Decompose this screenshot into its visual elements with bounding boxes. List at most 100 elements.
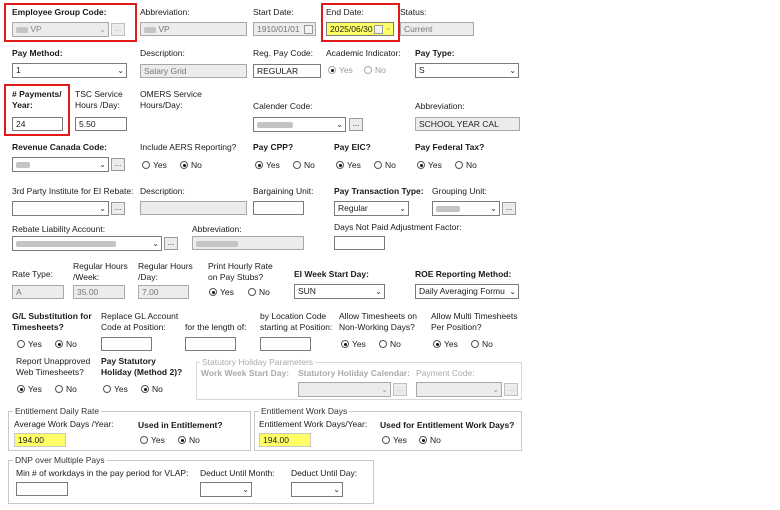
stat-calendar-select[interactable]: ⌄ [298,382,391,397]
end-date-value: 2025/06/30 [330,24,373,34]
pay-transaction-type-select[interactable]: Regular ⌄ [334,201,409,216]
start-date-value: 1910/01/01 [257,24,300,34]
radio-label: Yes [28,339,42,349]
calendar-icon[interactable] [304,25,313,34]
gl-sub-no-radio[interactable]: No [55,339,77,350]
radio-icon [382,436,390,444]
non-working-yes-radio[interactable]: Yes [341,339,366,350]
revenue-canada-select[interactable]: ⌄ [12,157,109,172]
used-work-days-no-radio[interactable]: No [419,435,441,446]
payments-year-field[interactable]: 24 [12,117,63,131]
aers-no-radio[interactable]: No [180,160,202,171]
replace-gl-field[interactable] [101,337,152,351]
cpp-yes-radio[interactable]: Yes [255,160,280,171]
used-entitlement-yes-radio[interactable]: Yes [140,435,165,446]
avg-work-days-field[interactable]: 194.00 [14,433,66,447]
rate-type-field: A [12,285,64,299]
ei-week-start-select[interactable]: SUN ⌄ [294,284,385,299]
roe-method-value: Daily Averaging Formu [419,286,505,296]
statutory-no-radio[interactable]: No [141,384,163,395]
min-workdays-field[interactable] [16,482,68,496]
calendar-code-select[interactable]: ⌄ [253,117,346,132]
bargaining-unit-field[interactable] [253,201,304,215]
statutory-yes-radio[interactable]: Yes [103,384,128,395]
allow-non-working-label: Allow Timesheets on Non-Working Days? [339,311,417,332]
radio-icon [433,340,441,348]
rebate-liability-lookup-button[interactable]: ... [164,237,178,250]
calendar-icon[interactable] [374,25,383,34]
eic-no-radio[interactable]: No [374,160,396,171]
radio-icon [17,385,25,393]
fed-tax-yes-radio[interactable]: Yes [417,160,442,171]
grouping-unit-select[interactable]: ⌄ [432,201,500,216]
radio-label: No [66,339,77,349]
tsc-hours-field[interactable]: 5.50 [75,117,127,131]
radio-label: Yes [220,287,234,297]
by-location-field[interactable] [260,337,311,351]
rebate-liability-select[interactable]: ⌄ [12,236,162,251]
non-working-no-radio[interactable]: No [379,339,401,350]
length-field[interactable] [185,337,236,351]
employee-group-code-value: VP [30,24,42,34]
statutory-holiday-group-title: Statutory Holiday Parameters [200,357,316,367]
stat-calendar-lookup-button[interactable]: ... [393,383,407,396]
eic-yes-radio[interactable]: Yes [336,160,361,171]
dnp-group-title: DNP over Multiple Pays [13,455,107,465]
ei-week-start-value: SUN [298,286,316,296]
unapproved-no-radio[interactable]: No [55,384,77,395]
abbreviation-field[interactable]: VP [140,22,247,36]
days-not-paid-label: Days Not Paid Adjustment Factor: [334,222,462,232]
multi-yes-radio[interactable]: Yes [433,339,458,350]
radio-icon [209,288,217,296]
chevron-down-icon: ⌄ [336,120,343,129]
chevron-down-icon: ⌄ [117,66,124,75]
end-date-field[interactable]: 2025/06/30 [326,22,394,36]
payment-code-label: Payment Code: [416,368,475,378]
third-party-select[interactable]: ⌄ [12,201,109,216]
grouping-unit-lookup-button[interactable]: ... [502,202,516,215]
unapproved-yes-radio[interactable]: Yes [17,384,42,395]
employee-group-code-select[interactable]: VP ⌄ [12,22,109,37]
print-hourly-yes-radio[interactable]: Yes [209,287,234,298]
radio-label: No [430,435,441,445]
radio-icon [336,161,344,169]
chevron-down-icon: ⌄ [99,160,106,169]
used-work-days-yes-radio[interactable]: Yes [382,435,407,446]
description-value: Salary Grid [144,66,187,76]
academic-no-radio[interactable]: No [364,65,386,76]
fed-tax-no-radio[interactable]: No [455,160,477,171]
chevron-down-icon: ⌄ [492,385,499,394]
gl-sub-yes-radio[interactable]: Yes [17,339,42,350]
reg-pay-code-field[interactable]: REGULAR [253,64,321,78]
calendar-code-lookup-button[interactable]: ... [349,118,363,131]
third-party-lookup-button[interactable]: ... [111,202,125,215]
work-week-start-label: Work Week Start Day: [201,368,290,378]
radio-label: No [66,384,77,394]
print-hourly-no-radio[interactable]: No [248,287,270,298]
revenue-canada-label: Revenue Canada Code: [12,142,107,152]
payment-code-lookup-button[interactable]: ... [504,383,518,396]
roe-method-select[interactable]: Daily Averaging Formu ⌄ [415,284,519,299]
description-field[interactable]: Salary Grid [140,64,247,78]
abbreviation-label: Abbreviation: [140,7,190,17]
pay-type-select[interactable]: S ⌄ [415,63,519,78]
aers-yes-radio[interactable]: Yes [142,160,167,171]
revenue-canada-lookup-button[interactable]: ... [111,158,125,171]
regular-hours-week-label: Regular Hours /Week: [73,261,128,282]
rate-type-label: Rate Type: [12,269,53,279]
payment-code-select[interactable]: ⌄ [416,382,502,397]
rebate-description-label: Description: [140,186,185,196]
multi-no-radio[interactable]: No [471,339,493,350]
days-not-paid-field[interactable] [334,236,385,250]
deduct-month-select[interactable]: ⌄ [200,482,252,497]
used-entitlement-no-radio[interactable]: No [178,435,200,446]
deduct-day-select[interactable]: ⌄ [291,482,343,497]
pay-method-select[interactable]: 1 ⌄ [12,63,127,78]
cpp-no-radio[interactable]: No [293,160,315,171]
employee-group-lookup-button[interactable]: ... [111,23,125,36]
chevron-down-icon: ⌄ [333,485,340,494]
min-workdays-label: Min # of workdays in the pay period for … [16,468,189,478]
work-days-year-field[interactable]: 194.00 [259,433,311,447]
radio-label: No [191,160,202,170]
academic-yes-radio[interactable]: Yes [328,65,353,76]
